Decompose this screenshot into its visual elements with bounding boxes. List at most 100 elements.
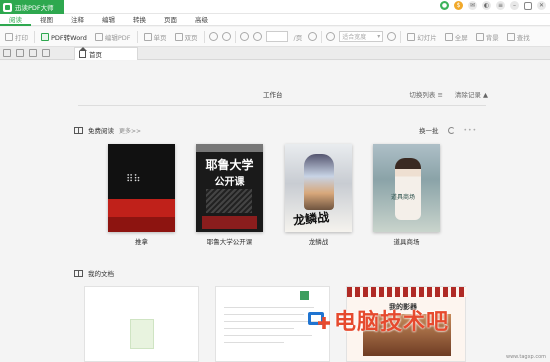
rotate-left-icon[interactable] [208, 32, 218, 41]
new-file-icon[interactable] [16, 49, 24, 57]
minimize-icon[interactable]: – [510, 1, 519, 10]
menu-read[interactable]: 阅读 [0, 14, 31, 26]
search-button[interactable]: 查找 [505, 30, 532, 44]
book-cover-title: 道具商场 [391, 194, 416, 201]
pdf-to-word-label: PDF转Word [51, 33, 87, 42]
book-cover-art [395, 158, 421, 220]
print-label: 打印 [15, 33, 28, 42]
next-page-icon[interactable] [308, 32, 318, 41]
title-bar: 迅读PDF大师 ● $ ✉ ◐ ≡ – ✕ [0, 0, 550, 14]
tab-home-label: 首页 [89, 51, 102, 59]
book-title[interactable]: 耶鲁大学公开课 [196, 236, 263, 246]
tab-home[interactable]: 首页 [74, 46, 138, 60]
app-logo: 迅读PDF大师 [0, 0, 64, 14]
single-page-button[interactable]: 单页 [142, 30, 169, 44]
book-cover-header [196, 144, 263, 152]
fullscreen-button[interactable]: 全屏 [443, 30, 470, 44]
workspace-actions: 切换列表 ≡ 清除记录 ▲ [409, 89, 488, 99]
first-page-icon[interactable] [239, 32, 249, 41]
toolbar-divider [203, 30, 205, 43]
book-cover-title: 耶鲁大学 [205, 158, 254, 172]
rotate-right-icon[interactable] [221, 32, 231, 41]
user-icon[interactable]: ● [440, 1, 449, 10]
book-cover-band [202, 216, 257, 229]
quick-actions [3, 49, 50, 57]
my-docs-header: 我的文档 [74, 268, 114, 278]
coin-icon[interactable]: $ [454, 1, 463, 10]
printer-icon [5, 32, 13, 41]
edit-pdf-button[interactable]: 编辑PDF [93, 30, 133, 44]
list-icon: ≡ [437, 91, 443, 99]
book-cover-art: ⠿⠷ [126, 174, 141, 185]
free-reading-actions: 换一批 ••• [419, 125, 477, 135]
clear-history-button[interactable]: 清除记录 ▲ [455, 89, 488, 99]
more-link[interactable]: 更多>> [119, 126, 141, 135]
clear-history-label: 清除记录 [454, 91, 481, 99]
book-cover-daojushangchang[interactable]: 道具商场 [373, 144, 440, 232]
save-icon[interactable] [29, 49, 37, 57]
book-cover-band [108, 199, 175, 217]
switch-list-label: 切换列表 [409, 91, 436, 99]
book-cover-tuina[interactable]: ⠿⠷ [108, 144, 175, 232]
book-cover-yale[interactable]: 耶鲁大学 公开课 [196, 144, 263, 232]
doc-tag-icon [300, 291, 309, 300]
book-title[interactable]: 道具商场 [373, 236, 440, 246]
more-options-icon[interactable]: ••• [464, 127, 478, 134]
undo-icon[interactable] [42, 49, 50, 57]
open-folder-icon[interactable] [3, 49, 11, 57]
word-icon [41, 32, 49, 41]
toolbar-divider [34, 30, 35, 43]
message-icon[interactable]: ✉ [468, 1, 477, 10]
watermark: 电脑技术吧 [308, 304, 449, 336]
doc-card[interactable] [84, 286, 199, 362]
my-docs-title: 我的文档 [88, 270, 114, 278]
zoom-out-icon[interactable] [326, 32, 336, 41]
search-label: 查找 [516, 33, 530, 42]
slideshow-button[interactable]: 幻灯片 [405, 30, 439, 44]
menu-icon[interactable]: ≡ [496, 1, 505, 10]
close-icon[interactable]: ✕ [537, 1, 546, 10]
toolbar: 打印 PDF转Word 编辑PDF 单页 双页 /页 适合宽度 ▾ 幻灯片 全屏 … [0, 27, 550, 47]
print-button[interactable]: 打印 [3, 30, 30, 44]
prev-page-icon[interactable] [252, 32, 262, 41]
pdf-to-word-button[interactable]: PDF转Word [39, 30, 89, 44]
fullscreen-icon [444, 32, 453, 41]
single-page-icon [143, 32, 152, 41]
menu-edit[interactable]: 编辑 [93, 14, 124, 26]
switch-list-button[interactable]: 切换列表 ≡ [409, 89, 443, 99]
home-icon [79, 46, 87, 58]
double-page-button[interactable]: 双页 [173, 30, 200, 44]
double-page-icon [174, 32, 183, 41]
book-title[interactable]: 推拿 [108, 236, 175, 246]
book-cover-art [304, 154, 334, 210]
app-logo-icon [3, 2, 12, 12]
book-icon [74, 126, 83, 134]
menu-annotate[interactable]: 注释 [62, 14, 93, 26]
maximize-icon[interactable] [524, 1, 532, 10]
refresh-icon[interactable] [447, 126, 455, 134]
background-label: 背景 [485, 33, 499, 42]
menu-page[interactable]: 页面 [155, 14, 186, 26]
zoom-in-icon[interactable] [387, 32, 397, 41]
book-cover-longlinzhan[interactable]: 龙鳞战 [285, 144, 352, 232]
menu-advanced[interactable]: 高级 [186, 14, 217, 26]
background-button[interactable]: 背景 [474, 30, 501, 44]
page-number-input[interactable] [265, 31, 288, 42]
skin-icon[interactable]: ◐ [482, 1, 491, 10]
zoom-select[interactable]: 适合宽度 ▾ [339, 31, 384, 42]
menu-view[interactable]: 视图 [31, 14, 62, 26]
book-title[interactable]: 龙鳞战 [285, 236, 352, 246]
tab-bar: 首页 [0, 46, 550, 60]
edit-icon [94, 32, 103, 41]
doc-text-line [224, 307, 314, 308]
doc-text-line [224, 335, 312, 336]
book-cover-title: 龙鳞战 [292, 210, 330, 228]
zoom-select-value: 适合宽度 [342, 34, 367, 41]
book-cover-subtitle: 公开课 [214, 177, 245, 188]
doc-text-line [224, 314, 304, 315]
search-icon [506, 32, 515, 41]
refresh-batch-button[interactable]: 换一批 [419, 125, 439, 135]
menu-convert[interactable]: 转换 [124, 14, 155, 26]
app-title: 迅读PDF大师 [15, 4, 54, 12]
slideshow-label: 幻灯片 [417, 33, 437, 42]
